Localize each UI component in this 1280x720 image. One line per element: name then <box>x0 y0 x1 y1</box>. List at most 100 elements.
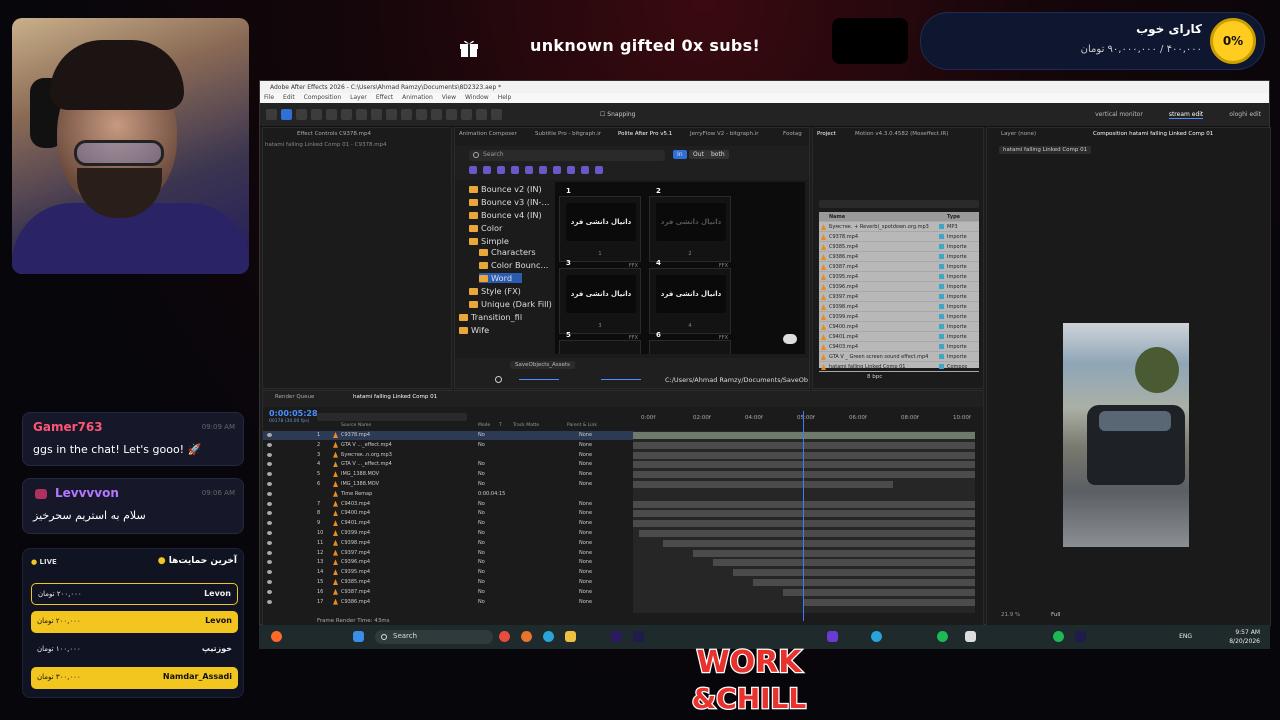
visibility-eye-icon[interactable] <box>267 442 272 447</box>
visibility-eye-icon[interactable] <box>267 521 272 526</box>
preset-collection-label[interactable]: SaveObjects_Assets <box>510 361 575 369</box>
layer-row[interactable]: 17 C9386.mp4 No None <box>263 598 633 607</box>
premiere-icon[interactable] <box>611 631 622 642</box>
roto-tool-icon[interactable] <box>476 109 487 120</box>
visibility-eye-icon[interactable] <box>267 531 272 535</box>
text-tool-icon[interactable] <box>416 109 427 120</box>
trash-icon[interactable] <box>581 166 589 174</box>
layer-row[interactable]: 14 C9395.mp4 No None <box>263 568 633 577</box>
zoom-tool-icon[interactable] <box>311 109 322 120</box>
upload-icon[interactable] <box>483 166 491 174</box>
visibility-eye-icon[interactable] <box>267 550 272 555</box>
layer-bar[interactable] <box>633 520 975 528</box>
brush-tool-icon[interactable] <box>431 109 442 120</box>
layer-bar[interactable] <box>663 539 975 547</box>
preset-card[interactable]: 1 دانیال دانشی فرد 1 FFX <box>559 187 641 269</box>
layer-bar[interactable] <box>633 432 975 439</box>
project-item[interactable]: hatami falling Linked Comp 01 Compos <box>819 362 979 372</box>
project-item[interactable]: C9398.mp4 Importe <box>819 302 979 312</box>
puppet-tool-icon[interactable] <box>491 109 502 120</box>
tab-render-queue[interactable]: Render Queue <box>275 394 314 400</box>
tab-project[interactable]: Project <box>817 131 836 137</box>
tab-footage[interactable]: Footag <box>783 131 802 137</box>
tab-animation-composer[interactable]: Animation Composer <box>459 131 517 137</box>
workspace-ologhi-edit[interactable]: ologhi edit <box>1229 111 1261 119</box>
stamp-tool-icon[interactable] <box>446 109 457 120</box>
menu-composition[interactable]: Composition <box>304 94 341 102</box>
pen-icon[interactable] <box>539 166 547 174</box>
rect-tool-icon[interactable] <box>386 109 397 120</box>
windows-start-icon[interactable] <box>353 631 364 642</box>
menu-view[interactable]: View <box>442 94 456 102</box>
home-icon[interactable] <box>266 109 277 120</box>
project-item[interactable]: C9385.mp4 Importe <box>819 242 979 252</box>
layer-row[interactable]: 8 C9400.mp4 No None <box>263 509 633 518</box>
after-effects-icon[interactable] <box>633 631 644 642</box>
size-slider[interactable] <box>519 379 559 380</box>
tab-polite-after-pro[interactable]: Polite After Pro v5.1 <box>618 131 672 137</box>
hand-tool-icon[interactable] <box>296 109 307 120</box>
widget-icon[interactable] <box>271 631 282 642</box>
menu-animation[interactable]: Animation <box>402 94 433 102</box>
tree-item[interactable]: Simple <box>469 236 509 246</box>
layer-search-input[interactable] <box>317 413 467 421</box>
file-icon[interactable] <box>497 166 505 174</box>
visibility-eye-icon[interactable] <box>267 482 272 486</box>
project-item[interactable]: C9378.mp4 Importe <box>819 232 979 242</box>
workspace-stream-edit[interactable]: stream edit <box>1168 111 1204 119</box>
menu-window[interactable]: Window <box>465 94 489 102</box>
visibility-eye-icon[interactable] <box>267 433 272 437</box>
tab-timeline-comp[interactable]: hatami falling Linked Comp 01 <box>353 394 437 400</box>
after-effects-icon[interactable] <box>1075 631 1086 642</box>
rotate-tool-icon[interactable] <box>356 109 367 120</box>
layer-bar[interactable] <box>633 461 975 469</box>
tree-item[interactable]: Unique (Dark Fill) <box>469 299 552 309</box>
tree-item[interactable]: Color Bounc... <box>479 260 548 270</box>
app-icon[interactable] <box>827 631 838 642</box>
layer-bar[interactable] <box>633 471 975 479</box>
lightning-icon[interactable] <box>511 166 519 174</box>
tree-item[interactable]: Bounce v3 (IN-... <box>469 197 549 207</box>
spotify-icon[interactable] <box>1053 631 1064 642</box>
visibility-eye-icon[interactable] <box>267 589 272 594</box>
workspace-vertical-monitor[interactable]: vertical monitor <box>1095 111 1143 119</box>
composition-viewer[interactable] <box>1063 323 1189 547</box>
visibility-eye-icon[interactable] <box>267 580 272 584</box>
tab-composition[interactable]: Composition hatami falling Linked Comp 0… <box>1093 131 1213 137</box>
tab-subtitle-pro[interactable]: Subtitle Pro - bitgraph.ir <box>535 131 601 137</box>
layer-tracks[interactable] <box>633 431 975 613</box>
comp-zoom[interactable]: 21.9 % <box>1001 612 1020 618</box>
selection-tool-icon[interactable] <box>281 109 292 120</box>
filter-in[interactable]: In <box>673 150 687 159</box>
search-icon[interactable] <box>495 376 502 383</box>
project-item[interactable]: GTA V _ Green screen sound effect.mp4 Imp… <box>819 352 979 362</box>
visibility-eye-icon[interactable] <box>267 511 272 516</box>
layer-bar[interactable] <box>633 500 975 508</box>
preset-card[interactable]: 2 دانیال دانشی فرد 2 FFX <box>649 187 731 269</box>
visibility-eye-icon[interactable] <box>267 599 272 604</box>
project-item[interactable]: C9395.mp4 Importe <box>819 272 979 282</box>
layer-row[interactable]: 9 C9401.mp4 No None <box>263 519 633 528</box>
visibility-eye-icon[interactable] <box>267 560 272 565</box>
layer-row[interactable]: 5 IMG_1388.MOV No None <box>263 470 633 479</box>
add-icon[interactable] <box>595 166 603 174</box>
layer-bar[interactable] <box>753 579 975 586</box>
tree-item[interactable]: Transition_fil <box>459 312 522 322</box>
visibility-eye-icon[interactable] <box>267 472 272 477</box>
layer-bar[interactable] <box>639 530 975 537</box>
edge-icon[interactable] <box>543 631 554 642</box>
current-timecode[interactable]: 0:00:05:28 <box>269 409 318 418</box>
tab-jerryflow[interactable]: JerryFlow V2 - bitgraph.ir <box>690 131 759 137</box>
project-item[interactable]: C9397.mp4 Importe <box>819 292 979 302</box>
project-item[interactable]: C9399.mp4 Importe <box>819 312 979 322</box>
taskbar-search[interactable]: Search <box>375 630 493 644</box>
language-indicator[interactable]: ENG <box>1179 633 1192 640</box>
preset-card[interactable]: 6 <box>649 331 731 354</box>
visibility-eye-icon[interactable] <box>267 452 272 457</box>
layer-bar[interactable] <box>803 598 975 606</box>
telegram-icon[interactable] <box>871 631 882 642</box>
filter-both[interactable]: both <box>707 150 729 159</box>
layer-row[interactable]: 12 C9397.mp4 No None <box>263 549 633 558</box>
project-item[interactable]: C9403.mp4 Importe <box>819 342 979 352</box>
tab-effect-controls[interactable]: Effect Controls C9378.mp4 <box>297 131 371 137</box>
